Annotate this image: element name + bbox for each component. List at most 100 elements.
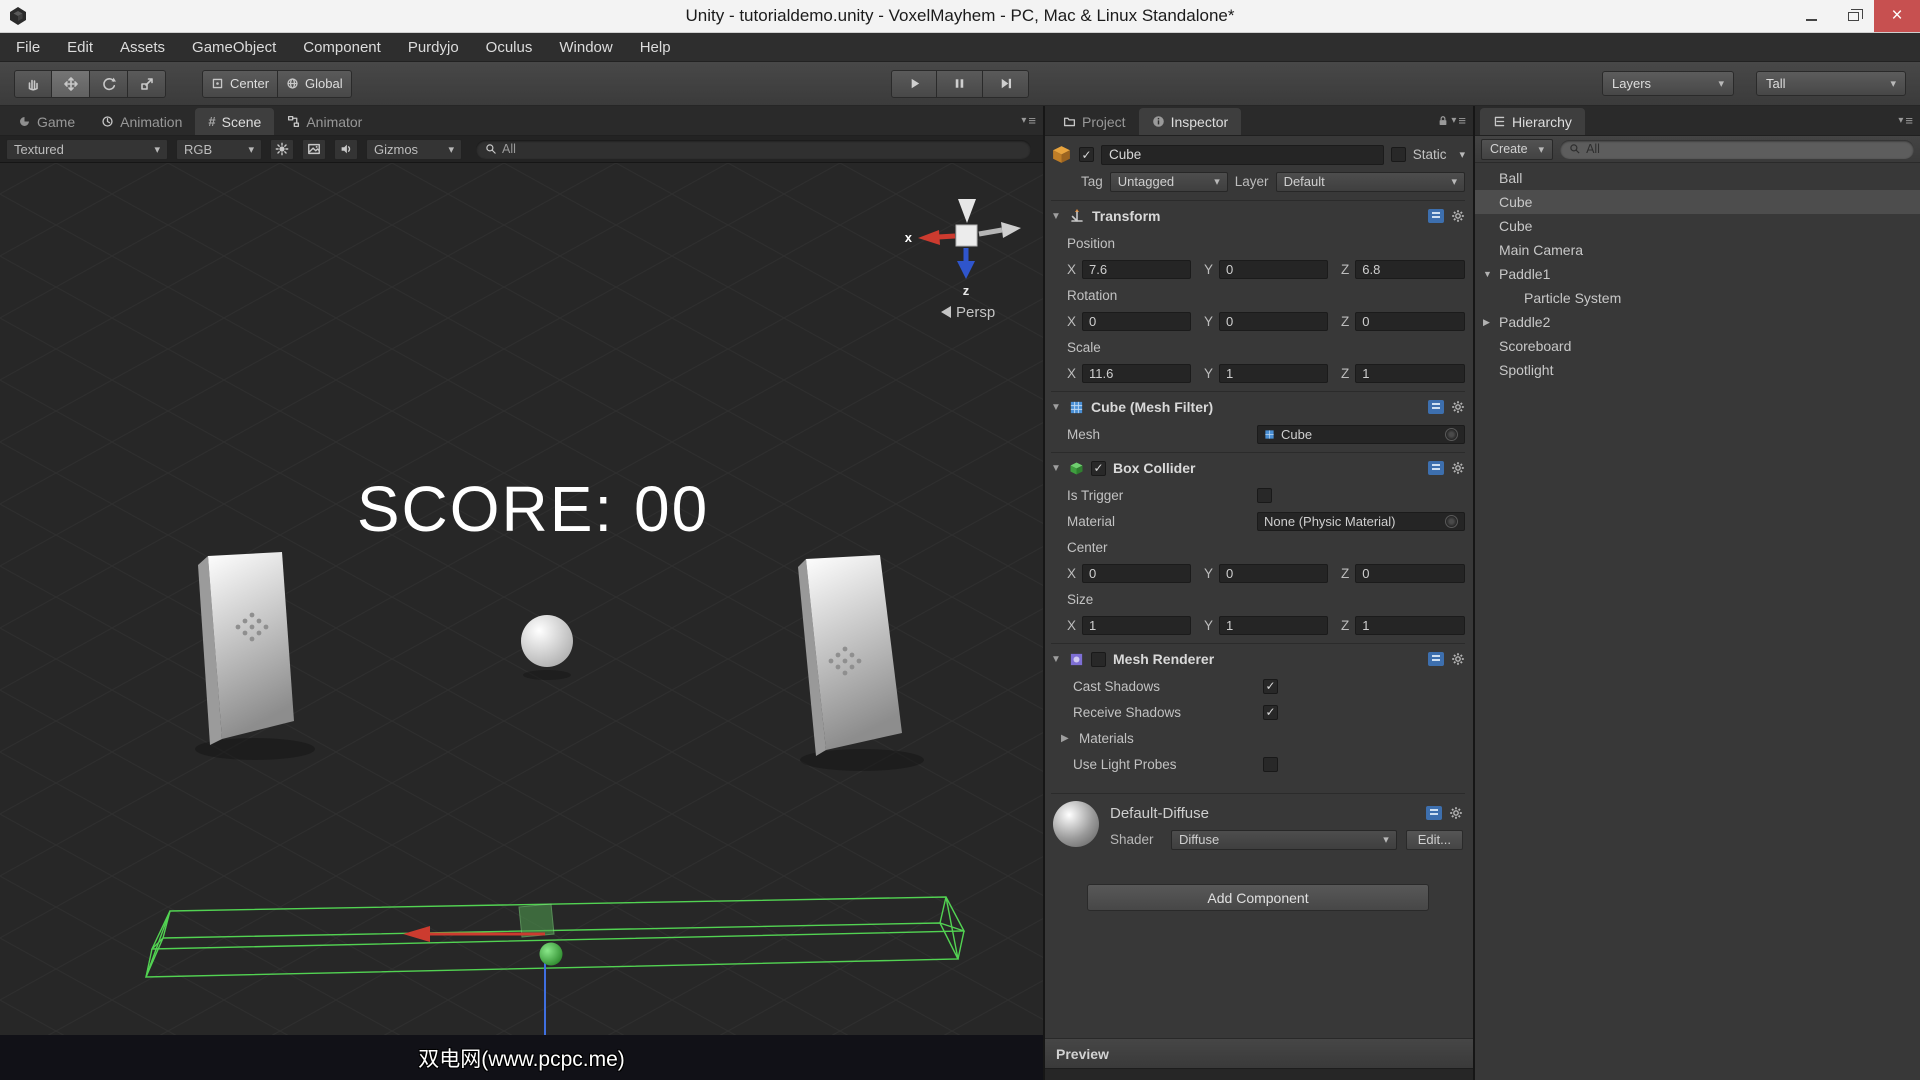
hierarchy-search-input[interactable]: All: [1560, 140, 1914, 159]
close-button[interactable]: ×: [1874, 0, 1920, 32]
rotate-tool-button[interactable]: [90, 70, 128, 98]
hierarchy-tab-menu[interactable]: ▾ ≡: [1898, 113, 1913, 128]
receive-shadows-checkbox[interactable]: ✓: [1263, 705, 1278, 720]
gear-icon[interactable]: [1451, 400, 1465, 414]
rotation-z-field[interactable]: 0: [1355, 312, 1465, 331]
play-button[interactable]: [891, 70, 937, 98]
use-light-probes-checkbox[interactable]: [1263, 757, 1278, 772]
step-button[interactable]: [983, 70, 1029, 98]
scene-search-input[interactable]: All: [476, 140, 1031, 159]
foldout-open-icon[interactable]: ▼: [1051, 654, 1062, 665]
gizmos-dropdown[interactable]: Gizmos▾: [366, 139, 462, 160]
gear-icon[interactable]: [1451, 209, 1465, 223]
physic-material-field[interactable]: None (Physic Material): [1257, 512, 1465, 531]
shader-dropdown[interactable]: Diffuse ▾: [1171, 830, 1397, 850]
hand-tool-button[interactable]: [14, 70, 52, 98]
help-doc-icon[interactable]: [1428, 652, 1444, 666]
scale-y-field[interactable]: 1: [1219, 364, 1328, 383]
hierarchy-item-paddle1[interactable]: ▼ Paddle1: [1475, 262, 1920, 286]
scene-effects-toggle[interactable]: [302, 139, 326, 160]
inspector-tab-menu[interactable]: ▾ ≡: [1437, 113, 1466, 128]
scale-z-field[interactable]: 1: [1355, 364, 1465, 383]
box-collider-header[interactable]: ▼ ✓ Box Collider: [1051, 454, 1465, 482]
rotation-x-field[interactable]: 0: [1082, 312, 1191, 331]
tab-animation[interactable]: Animation: [88, 108, 195, 135]
orientation-x-axis[interactable]: [938, 236, 955, 237]
position-x-field[interactable]: 7.6: [1082, 260, 1191, 279]
add-component-button[interactable]: Add Component: [1087, 884, 1429, 911]
tag-dropdown[interactable]: Untagged▾: [1110, 172, 1228, 192]
hierarchy-item-paddle2[interactable]: ▶ Paddle2: [1475, 310, 1920, 334]
menu-oculus[interactable]: Oculus: [486, 39, 533, 56]
static-dropdown-arrow[interactable]: ▾: [1459, 148, 1465, 161]
transform-header[interactable]: ▼ Transform: [1051, 202, 1465, 230]
minimize-button[interactable]: [1790, 0, 1832, 32]
gear-icon[interactable]: [1449, 806, 1463, 820]
hierarchy-item-cube-selected[interactable]: Cube: [1475, 190, 1920, 214]
foldout-open-icon[interactable]: ▼: [1051, 211, 1062, 222]
object-picker-icon[interactable]: [1445, 515, 1458, 528]
hierarchy-item-ball[interactable]: Ball: [1475, 166, 1920, 190]
center-y-field[interactable]: 0: [1219, 564, 1328, 583]
scene-tab-menu[interactable]: ▾ ≡: [1021, 113, 1036, 128]
hierarchy-item-main-camera[interactable]: Main Camera: [1475, 238, 1920, 262]
move-tool-button[interactable]: [52, 70, 90, 98]
materials-foldout[interactable]: ▶ Materials: [1051, 725, 1465, 751]
menu-window[interactable]: Window: [559, 39, 612, 56]
help-doc-icon[interactable]: [1426, 806, 1442, 820]
foldout-closed-icon[interactable]: ▶: [1483, 317, 1490, 328]
mesh-object-field[interactable]: Cube: [1257, 425, 1465, 444]
lock-icon[interactable]: [1437, 114, 1449, 127]
static-checkbox[interactable]: [1391, 147, 1406, 162]
scene-viewport[interactable]: SCORE: 00: [0, 163, 1043, 1035]
scene-lighting-toggle[interactable]: [270, 139, 294, 160]
create-dropdown[interactable]: Create ▾: [1481, 139, 1553, 160]
gizmo-center-handle[interactable]: [540, 943, 563, 966]
menu-assets[interactable]: Assets: [120, 39, 165, 56]
tab-scene[interactable]: # Scene: [195, 108, 274, 135]
is-trigger-checkbox[interactable]: [1257, 488, 1272, 503]
active-checkbox[interactable]: ✓: [1079, 147, 1094, 162]
foldout-open-icon[interactable]: ▼: [1051, 402, 1062, 413]
render-channel-dropdown[interactable]: RGB▾: [176, 139, 262, 160]
hierarchy-item-cube[interactable]: Cube: [1475, 214, 1920, 238]
mesh-filter-header[interactable]: ▼ Cube (Mesh Filter): [1051, 393, 1465, 421]
menu-help[interactable]: Help: [640, 39, 671, 56]
menu-component[interactable]: Component: [303, 39, 381, 56]
foldout-open-icon[interactable]: ▼: [1483, 269, 1492, 279]
size-x-field[interactable]: 1: [1082, 616, 1191, 635]
layer-dropdown[interactable]: Default▾: [1276, 172, 1465, 192]
center-z-field[interactable]: 0: [1355, 564, 1465, 583]
tab-hierarchy[interactable]: Hierarchy: [1480, 108, 1585, 135]
mesh-renderer-enabled-checkbox[interactable]: [1091, 652, 1106, 667]
persp-label[interactable]: Persp: [956, 304, 995, 321]
cast-shadows-checkbox[interactable]: ✓: [1263, 679, 1278, 694]
orientation-cube[interactable]: [956, 225, 977, 246]
material-sphere-thumbnail[interactable]: [1053, 801, 1099, 847]
scale-x-field[interactable]: 11.6: [1082, 364, 1191, 383]
scene-audio-toggle[interactable]: [334, 139, 358, 160]
size-y-field[interactable]: 1: [1219, 616, 1328, 635]
preview-bar[interactable]: Preview: [1045, 1038, 1473, 1068]
rotation-global-button[interactable]: Global: [278, 70, 352, 98]
menu-edit[interactable]: Edit: [67, 39, 93, 56]
menu-file[interactable]: File: [16, 39, 40, 56]
object-picker-icon[interactable]: [1445, 428, 1458, 441]
foldout-open-icon[interactable]: ▼: [1051, 463, 1062, 474]
hierarchy-item-scoreboard[interactable]: Scoreboard: [1475, 334, 1920, 358]
menu-purdyjo[interactable]: Purdyjo: [408, 39, 459, 56]
pause-button[interactable]: [937, 70, 983, 98]
help-doc-icon[interactable]: [1428, 461, 1444, 475]
rotation-y-field[interactable]: 0: [1219, 312, 1328, 331]
gear-icon[interactable]: [1451, 461, 1465, 475]
position-z-field[interactable]: 6.8: [1355, 260, 1465, 279]
pivot-center-button[interactable]: Center: [202, 70, 278, 98]
layout-dropdown[interactable]: Tall▾: [1756, 71, 1906, 96]
draw-mode-dropdown[interactable]: Textured▾: [6, 139, 168, 160]
tab-project[interactable]: Project: [1050, 108, 1139, 135]
tab-inspector[interactable]: Inspector: [1139, 108, 1242, 135]
object-name-field[interactable]: Cube: [1101, 145, 1384, 165]
help-doc-icon[interactable]: [1428, 209, 1444, 223]
hierarchy-item-spotlight[interactable]: Spotlight: [1475, 358, 1920, 382]
shader-edit-button[interactable]: Edit...: [1406, 830, 1463, 850]
